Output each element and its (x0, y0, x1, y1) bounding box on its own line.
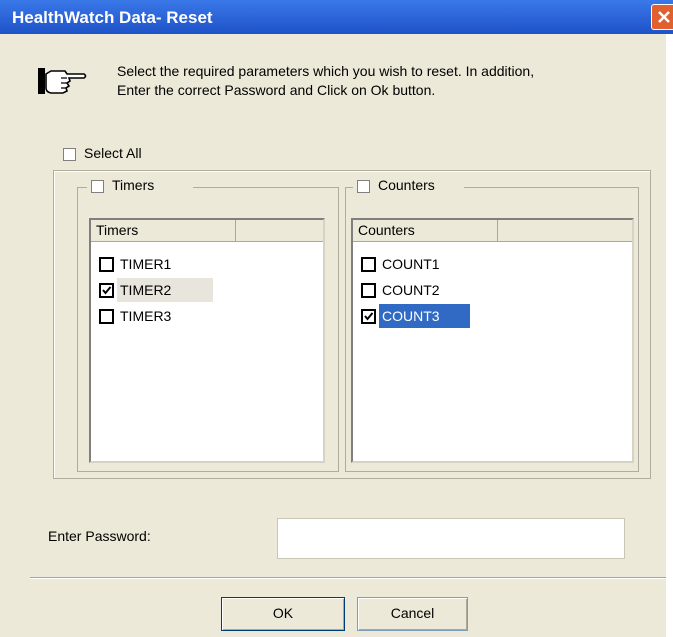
window-edge (666, 34, 673, 637)
instruction-line-1: Select the required parameters which you… (117, 63, 535, 79)
timers-list-header: Timers (91, 220, 323, 242)
close-button[interactable] (651, 4, 673, 30)
timers-list[interactable]: Timers TIMER1 TIMER2 TIMER3 (89, 218, 325, 463)
window-title: HealthWatch Data- Reset (12, 8, 213, 27)
check-icon (102, 286, 112, 295)
timers-group-checkbox[interactable] (91, 180, 104, 193)
title-bar[interactable]: HealthWatch Data- Reset (0, 0, 673, 34)
counters-list[interactable]: Counters COUNT1 COUNT2 COUNT3 (351, 218, 634, 463)
button-separator (30, 577, 666, 579)
cancel-button[interactable]: Cancel (357, 597, 468, 631)
counters-empty-column-header[interactable] (498, 220, 632, 241)
password-input[interactable] (277, 518, 625, 559)
count3-checkbox[interactable] (361, 309, 376, 324)
timers-column-header[interactable]: Timers (91, 220, 236, 241)
counters-column-header[interactable]: Counters (353, 220, 498, 241)
instruction-text: Select the required parameters which you… (117, 62, 657, 100)
count1-checkbox[interactable] (361, 257, 376, 272)
select-all-label: Select All (84, 145, 142, 161)
reset-dialog: HealthWatch Data- Reset Select the requi… (0, 0, 673, 637)
select-all-checkbox[interactable] (63, 148, 76, 161)
timers-empty-column-header[interactable] (236, 220, 323, 241)
timer1-checkbox[interactable] (99, 257, 114, 272)
pointing-hand-icon (38, 68, 87, 94)
timers-group-label: Timers (112, 177, 155, 193)
timer2-label: TIMER2 (117, 278, 214, 302)
counters-group-checkbox[interactable] (357, 180, 370, 193)
counters-group-label: Counters (378, 177, 435, 193)
timer3-checkbox[interactable] (99, 309, 114, 324)
ok-button[interactable]: OK (221, 597, 345, 631)
timer2-checkbox[interactable] (99, 283, 114, 298)
count2-checkbox[interactable] (361, 283, 376, 298)
count2-label: COUNT2 (382, 282, 440, 298)
count1-label: COUNT1 (382, 256, 440, 272)
count3-label: COUNT3 (379, 304, 470, 328)
instruction-line-2: Enter the correct Password and Click on … (117, 82, 436, 98)
counters-list-header: Counters (353, 220, 632, 242)
check-icon (364, 312, 374, 321)
password-label: Enter Password: (48, 528, 151, 544)
timer1-label: TIMER1 (120, 256, 172, 272)
timer3-label: TIMER3 (120, 308, 172, 324)
close-icon (658, 11, 670, 23)
